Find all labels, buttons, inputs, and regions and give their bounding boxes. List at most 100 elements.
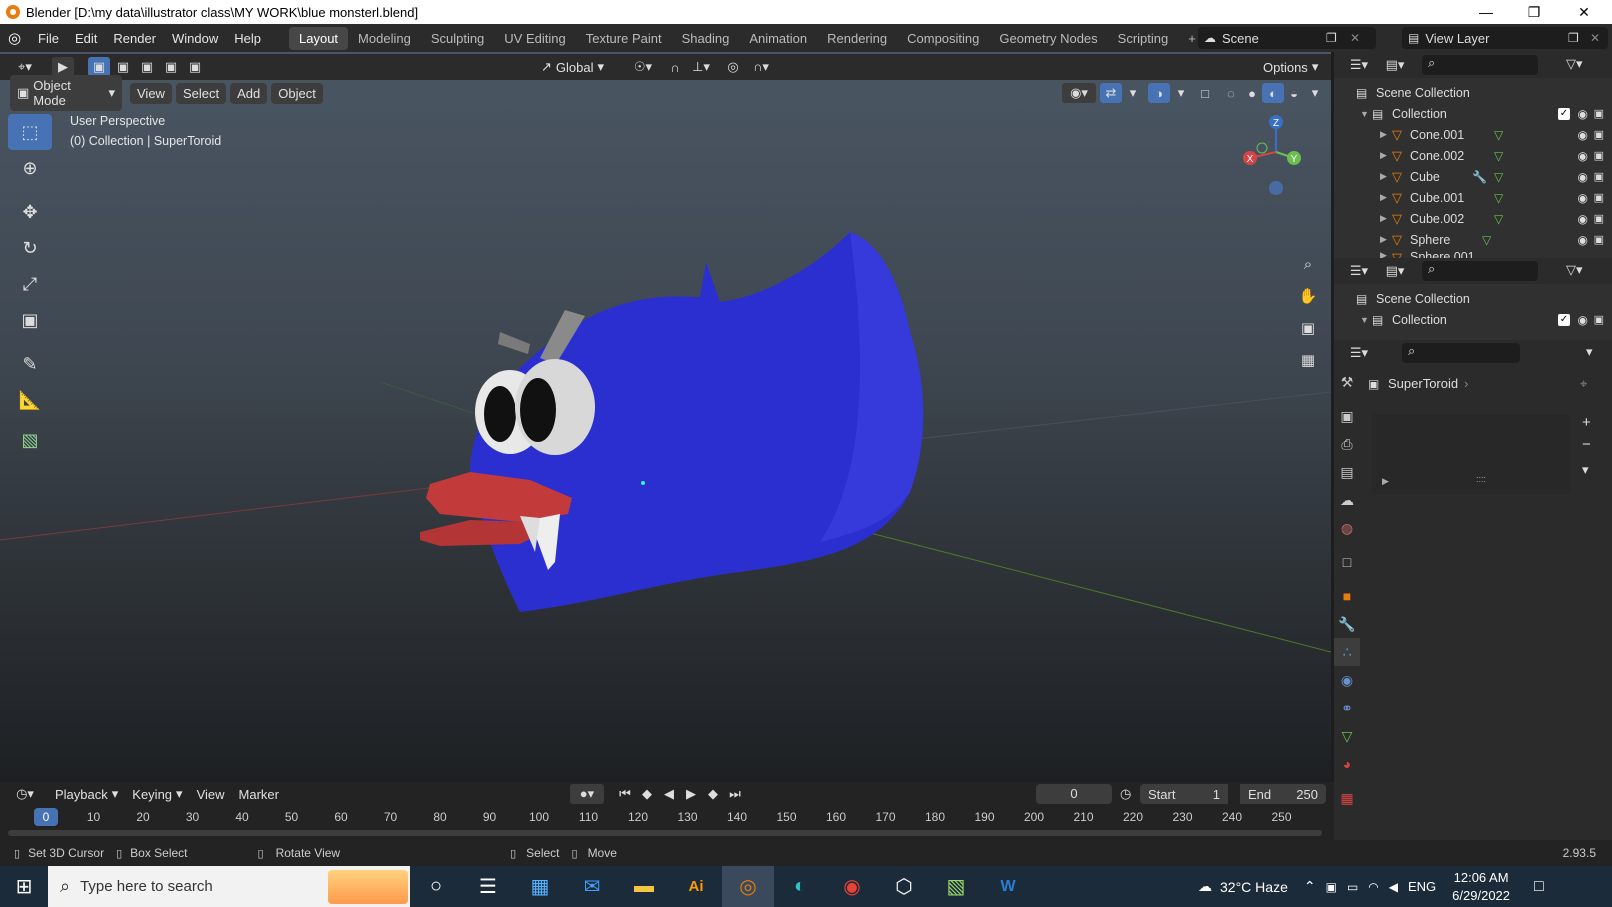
- camera-icon[interactable]: ▣: [1594, 233, 1604, 246]
- weather-icon[interactable]: ☁: [1198, 878, 1212, 895]
- transform-tool-icon[interactable]: ▣: [8, 302, 52, 338]
- tab-layout[interactable]: Layout: [289, 26, 349, 50]
- lower-lip[interactable]: [420, 520, 540, 546]
- remove-slot-icon[interactable]: −: [1582, 436, 1591, 453]
- checkbox-icon[interactable]: ✓: [1558, 313, 1570, 326]
- menu-keying[interactable]: Keying ▾: [125, 783, 189, 805]
- wifi-icon[interactable]: ◠: [1368, 880, 1378, 894]
- photos-icon[interactable]: ▧: [930, 866, 982, 907]
- timeline-editor[interactable]: ◷▾ Playback ▾ Keying ▾ View Marker ●▾ ⏮ …: [0, 782, 1334, 840]
- tab-shading[interactable]: Shading: [672, 27, 740, 50]
- outliner2-display-mode-icon[interactable]: ▤▾: [1380, 261, 1410, 281]
- file-explorer-icon[interactable]: ▬: [618, 866, 670, 907]
- menu-timeline-view[interactable]: View: [190, 784, 232, 805]
- eye-icon[interactable]: ◉: [1578, 212, 1588, 226]
- menu-help[interactable]: Help: [226, 31, 269, 46]
- modifier-tab-icon[interactable]: 🔧: [1334, 610, 1360, 638]
- outliner-object[interactable]: ▶ ▽ Cone.001 ▽ ◉ ▣: [1334, 124, 1612, 145]
- outliner-collection[interactable]: ▼ ▤ Collection ✓ ◉ ▣: [1334, 103, 1612, 124]
- outliner-search-input[interactable]: ⌕: [1422, 55, 1538, 75]
- taskbar-search-box[interactable]: ⌕ Type here to search: [48, 866, 410, 907]
- slot-menu-icon[interactable]: ▾: [1582, 462, 1589, 478]
- tab-texture-paint[interactable]: Texture Paint: [576, 27, 672, 50]
- play-reverse-icon[interactable]: ◀: [658, 784, 680, 804]
- properties-search-input[interactable]: ⌕: [1402, 343, 1520, 363]
- pin-icon[interactable]: ⌖: [1580, 376, 1587, 392]
- outliner-object[interactable]: ▶ ▽ Cube.001 ▽ ◉ ▣: [1334, 187, 1612, 208]
- minimize-icon[interactable]: —: [1462, 0, 1510, 24]
- next-keyframe-icon[interactable]: ◆: [702, 784, 724, 804]
- select-box-tool-icon[interactable]: ⬚: [8, 114, 52, 150]
- restore-icon[interactable]: ❐: [1510, 0, 1558, 24]
- mesh-data-icon[interactable]: ▽: [1482, 233, 1491, 247]
- 3d-app-icon[interactable]: ⬡: [878, 866, 930, 907]
- timeline-scrollbar[interactable]: [8, 830, 1322, 836]
- chrome-icon[interactable]: ◉: [826, 866, 878, 907]
- world-tab-icon[interactable]: ◍: [1334, 514, 1360, 542]
- data-tab-icon[interactable]: ▽: [1334, 722, 1360, 750]
- camera-icon[interactable]: ▣: [1594, 191, 1604, 204]
- store-icon[interactable]: ▦: [514, 866, 566, 907]
- eye-icon[interactable]: ◉: [1578, 149, 1588, 163]
- outliner-object[interactable]: ▶ ▽ Cube.002 ▽ ◉ ▣: [1334, 208, 1612, 229]
- timeline-editor-type-icon[interactable]: ◷▾: [10, 784, 40, 804]
- playhead[interactable]: 0: [34, 808, 58, 826]
- eye-icon[interactable]: ◉: [1578, 313, 1588, 327]
- tab-scripting[interactable]: Scripting: [1108, 27, 1179, 50]
- texture-tab-icon[interactable]: ▦: [1334, 784, 1360, 812]
- material-tab-icon[interactable]: ◕: [1334, 750, 1360, 778]
- render-tab-icon[interactable]: ▣: [1334, 402, 1360, 430]
- modifier-wrench-icon[interactable]: 🔧: [1472, 170, 1487, 184]
- expand-icon[interactable]: ▶: [1382, 476, 1389, 487]
- play-icon[interactable]: ▶: [680, 784, 702, 804]
- cortana-icon[interactable]: ○: [410, 866, 462, 907]
- view-layer-tab-icon[interactable]: ▤: [1334, 458, 1360, 486]
- end-frame-field[interactable]: End 250: [1240, 784, 1326, 804]
- delete-scene-icon[interactable]: ✕: [1350, 31, 1360, 45]
- tab-animation[interactable]: Animation: [739, 27, 817, 50]
- camera-icon[interactable]: ▣: [1594, 107, 1604, 120]
- scale-tool-icon[interactable]: ⤢: [8, 266, 52, 302]
- blender-taskbar-icon[interactable]: ◎: [722, 866, 774, 907]
- collapse-icon[interactable]: ▼: [1360, 109, 1372, 119]
- tab-compositing[interactable]: Compositing: [897, 27, 989, 50]
- tab-rendering[interactable]: Rendering: [817, 27, 897, 50]
- eye-icon[interactable]: ◉: [1578, 107, 1588, 121]
- expand-icon[interactable]: ▶: [1380, 150, 1392, 161]
- checkbox-icon[interactable]: ✓: [1558, 107, 1570, 120]
- cursor-tool-icon[interactable]: ⊕: [8, 150, 52, 186]
- timeline-ruler[interactable]: 0 10 20 30 40 50 60 70 80 90 100 110 120 130 140 150 16…: [0, 806, 1334, 828]
- blender-menu-icon[interactable]: ◎: [8, 29, 30, 47]
- zoom-icon[interactable]: ⌕: [1294, 250, 1322, 278]
- outliner-display-mode-icon[interactable]: ▤▾: [1380, 55, 1410, 75]
- outliner-object[interactable]: ▶ ▽ Cube 🔧 ▽ ◉ ▣: [1334, 166, 1612, 187]
- view-layer-name[interactable]: View Layer: [1425, 31, 1489, 46]
- camera-icon[interactable]: ▣: [1594, 128, 1604, 141]
- illustrator-icon[interactable]: Ai: [670, 866, 722, 907]
- measure-tool-icon[interactable]: 📐: [8, 382, 52, 418]
- expand-icon[interactable]: ▶: [1380, 192, 1392, 203]
- scene-icon[interactable]: ☁: [1204, 31, 1216, 45]
- rotate-tool-icon[interactable]: ↻: [8, 230, 52, 266]
- menu-window[interactable]: Window: [164, 31, 226, 46]
- expand-icon[interactable]: ▶: [1380, 234, 1392, 245]
- tray-chevron-icon[interactable]: ⌃: [1304, 878, 1316, 895]
- gizmo-neg-z-ball[interactable]: [1269, 181, 1283, 195]
- expand-icon[interactable]: ▶: [1380, 213, 1392, 224]
- eye-icon[interactable]: ◉: [1578, 170, 1588, 184]
- clock[interactable]: 12:06 AM 6/29/2022: [1452, 869, 1510, 905]
- auto-keying-icon[interactable]: ●▾: [570, 784, 604, 804]
- scene-tab-icon[interactable]: ☁: [1334, 486, 1360, 514]
- outliner2-search-input[interactable]: ⌕: [1422, 261, 1538, 281]
- camera-icon[interactable]: ▣: [1594, 313, 1604, 326]
- windows-start-icon[interactable]: ⊞: [0, 866, 48, 907]
- particles-tab-icon[interactable]: ∴: [1334, 638, 1360, 666]
- ortho-grid-icon[interactable]: ▦: [1294, 346, 1322, 374]
- gizmo-neg-y-ball[interactable]: [1256, 142, 1268, 154]
- outliner-scene-collection[interactable]: ▤ Scene Collection: [1334, 82, 1612, 103]
- outliner-object[interactable]: ▶ ▽ Sphere ▽ ◉ ▣: [1334, 229, 1612, 250]
- mesh-data-icon[interactable]: ▽: [1494, 170, 1503, 184]
- camera-icon[interactable]: ▣: [1594, 212, 1604, 225]
- menu-marker[interactable]: Marker: [232, 784, 286, 805]
- tab-modeling[interactable]: Modeling: [348, 27, 421, 50]
